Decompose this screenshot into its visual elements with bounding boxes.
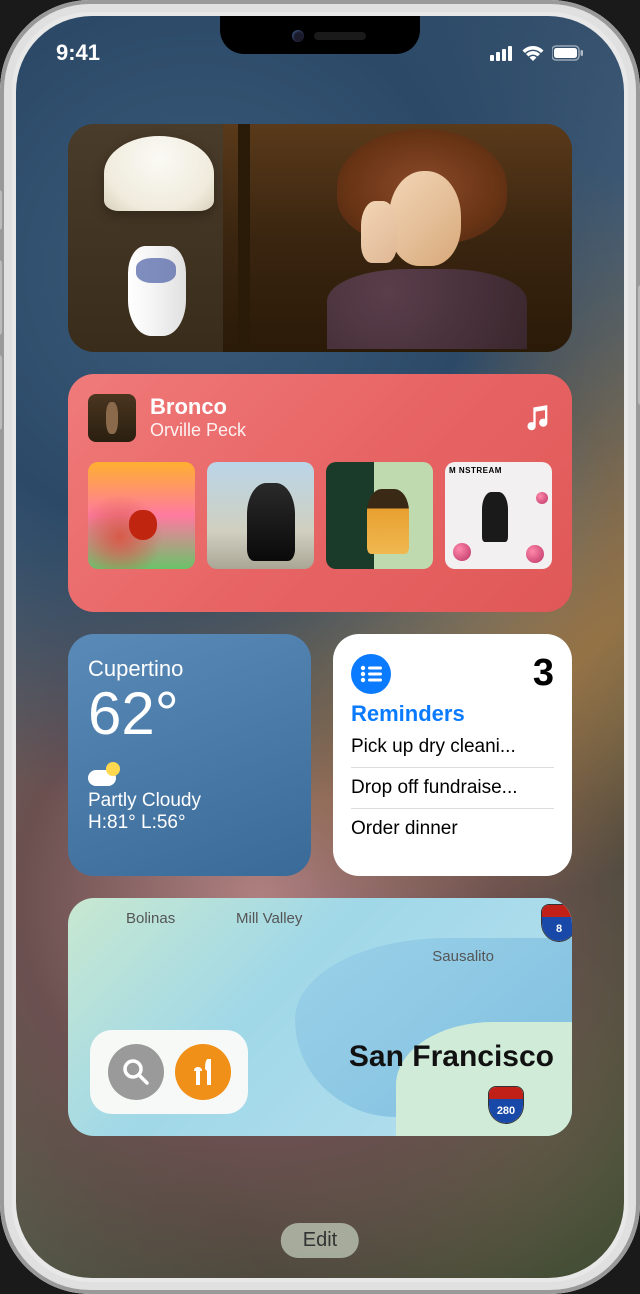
status-time: 9:41 [56, 40, 100, 66]
cellular-icon [490, 45, 514, 61]
reminders-title: Reminders [351, 701, 554, 727]
reminder-item[interactable]: Pick up dry cleani... [351, 727, 554, 768]
album-suggestion-3[interactable] [326, 462, 433, 569]
map-place-label: Bolinas [126, 910, 175, 927]
partly-cloudy-icon [88, 762, 120, 786]
search-icon [121, 1057, 151, 1087]
photo-content [68, 124, 572, 352]
mute-switch[interactable] [0, 190, 2, 230]
music-widget[interactable]: Bronco Orville Peck [68, 374, 572, 612]
map-place-label: Sausalito [432, 948, 494, 965]
album-suggestion-4[interactable] [445, 462, 552, 569]
map-search-button[interactable] [108, 1044, 164, 1100]
maps-widget[interactable]: Bolinas Mill Valley Sausalito 8 280 San … [68, 898, 572, 1136]
notch [220, 16, 420, 54]
volume-down-button[interactable] [0, 355, 2, 430]
volume-up-button[interactable] [0, 260, 2, 335]
reminder-item[interactable]: Order dinner [351, 809, 554, 849]
reminder-item[interactable]: Drop off fundraise... [351, 768, 554, 809]
weather-condition: Partly Cloudy [88, 790, 291, 812]
artist-name: Orville Peck [150, 420, 510, 441]
weather-temperature: 62° [88, 684, 291, 744]
screen: 9:41 [16, 16, 624, 1278]
now-playing-album-art [88, 394, 136, 442]
weather-location: Cupertino [88, 656, 291, 682]
wifi-icon [522, 45, 544, 61]
reminders-list-icon [351, 654, 391, 694]
edit-button[interactable]: Edit [281, 1223, 359, 1258]
phone-frame: 9:41 [0, 0, 640, 1294]
weather-high-low: H:81° L:56° [88, 812, 291, 834]
album-suggestion-2[interactable] [207, 462, 314, 569]
highway-shield-icon: 280 [488, 1086, 524, 1124]
fork-knife-icon [190, 1057, 216, 1087]
map-controls [90, 1030, 248, 1114]
song-title: Bronco [150, 395, 510, 419]
photos-widget[interactable] [68, 124, 572, 352]
reminders-widget[interactable]: 3 Reminders Pick up dry cleani... Drop o… [333, 634, 572, 876]
reminders-count: 3 [533, 652, 554, 695]
battery-icon [552, 45, 584, 61]
music-app-icon [524, 404, 552, 432]
album-suggestion-1[interactable] [88, 462, 195, 569]
map-restaurants-button[interactable] [175, 1044, 231, 1100]
weather-widget[interactable]: Cupertino 62° Partly Cloudy H:81° L:56° [68, 634, 311, 876]
map-place-label: Mill Valley [236, 910, 302, 927]
map-city-label: San Francisco [349, 1040, 554, 1074]
highway-shield-icon: 8 [541, 904, 572, 942]
